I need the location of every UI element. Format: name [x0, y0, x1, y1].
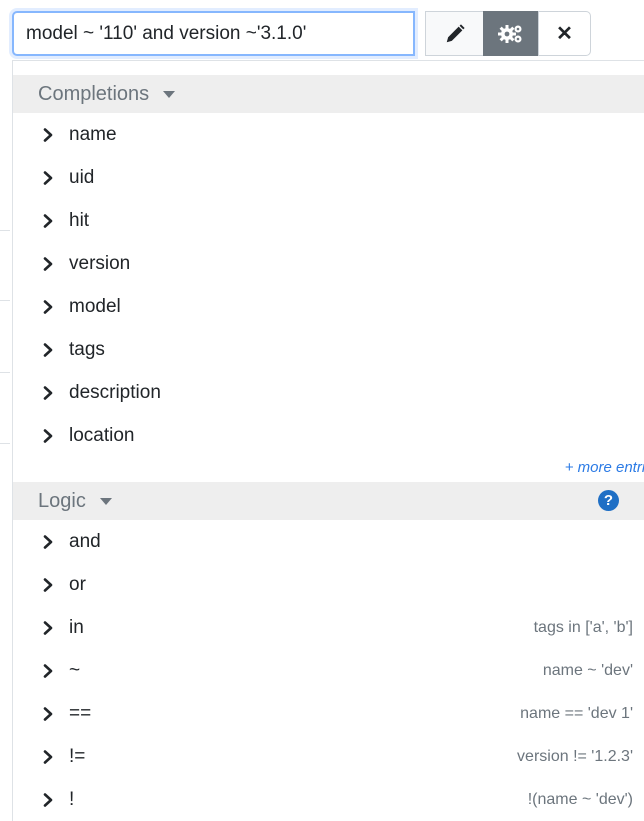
logic-item[interactable]: and — [13, 521, 644, 563]
completion-item[interactable]: description — [13, 372, 644, 414]
item-label: location — [69, 425, 135, 446]
help-icon[interactable]: ? — [598, 490, 619, 511]
chevron-right-icon — [43, 664, 53, 678]
close-button[interactable]: ✕ — [538, 11, 591, 56]
logic-item[interactable]: != version != '1.2.3' — [13, 736, 644, 778]
item-label: in — [69, 617, 84, 638]
completion-item[interactable]: model — [13, 286, 644, 328]
item-example: name ~ 'dev' — [542, 662, 633, 679]
completion-item[interactable]: hit — [13, 200, 644, 242]
item-label: ! — [69, 789, 75, 810]
item-example: name == 'dev 1' — [520, 705, 633, 722]
item-label: or — [69, 574, 86, 595]
more-entries-link[interactable]: + more entries — [565, 459, 644, 476]
item-example: !(name ~ 'dev') — [527, 791, 633, 808]
logic-item[interactable]: == name == 'dev 1' — [13, 693, 644, 735]
background-divider — [0, 372, 10, 373]
background-divider — [0, 230, 10, 231]
chevron-right-icon — [43, 128, 53, 142]
completion-item[interactable]: version — [13, 243, 644, 285]
background-divider — [0, 443, 10, 444]
cogs-icon — [497, 24, 521, 43]
completions-title: Completions — [38, 82, 150, 105]
item-label: name — [69, 124, 117, 145]
item-label: model — [69, 296, 121, 317]
item-label: hit — [69, 210, 90, 231]
query-input[interactable] — [12, 11, 415, 56]
pencil-icon — [446, 23, 465, 42]
item-label: != — [69, 746, 86, 767]
background-page-edge — [0, 0, 10, 810]
completion-item[interactable]: name — [13, 114, 644, 156]
item-label: and — [69, 531, 101, 552]
chevron-right-icon — [43, 429, 53, 443]
chevron-right-icon — [43, 300, 53, 314]
logic-item[interactable]: ~ name ~ 'dev' — [13, 650, 644, 692]
chevron-right-icon — [43, 386, 53, 400]
logic-item[interactable]: or — [13, 564, 644, 606]
edit-button[interactable] — [425, 11, 483, 56]
item-label: ~ — [69, 660, 81, 681]
close-icon: ✕ — [556, 23, 573, 45]
chevron-right-icon — [43, 535, 53, 549]
item-label: description — [69, 382, 161, 403]
settings-button[interactable] — [483, 11, 538, 56]
chevron-right-icon — [43, 171, 53, 185]
chevron-right-icon — [43, 707, 53, 721]
chevron-right-icon — [43, 793, 53, 807]
search-toolbar: ✕ — [12, 11, 591, 60]
item-example: version != '1.2.3' — [517, 748, 633, 765]
chevron-right-icon — [43, 578, 53, 592]
item-label: tags — [69, 339, 105, 360]
completion-item[interactable]: uid — [13, 157, 644, 199]
caret-down-icon — [99, 497, 112, 505]
logic-title: Logic — [38, 489, 86, 512]
chevron-right-icon — [43, 343, 53, 357]
autocomplete-dropdown: Completions name uid hit version model tags de… — [12, 60, 644, 821]
logic-item[interactable]: in tags in ['a', 'b'] — [13, 607, 644, 649]
background-divider — [0, 300, 10, 301]
chevron-right-icon — [43, 214, 53, 228]
item-label: == — [69, 703, 92, 724]
logic-item[interactable]: ! !(name ~ 'dev') — [13, 779, 644, 821]
chevron-right-icon — [43, 621, 53, 635]
chevron-right-icon — [43, 750, 53, 764]
item-label: uid — [69, 167, 95, 188]
logic-header[interactable]: Logic ? — [13, 482, 644, 520]
item-example: tags in ['a', 'b'] — [533, 619, 633, 636]
caret-down-icon — [163, 90, 176, 98]
completion-item[interactable]: location — [13, 415, 644, 457]
completions-header[interactable]: Completions — [13, 75, 644, 113]
chevron-right-icon — [43, 257, 53, 271]
item-label: version — [69, 253, 131, 274]
completion-item[interactable]: tags — [13, 329, 644, 371]
